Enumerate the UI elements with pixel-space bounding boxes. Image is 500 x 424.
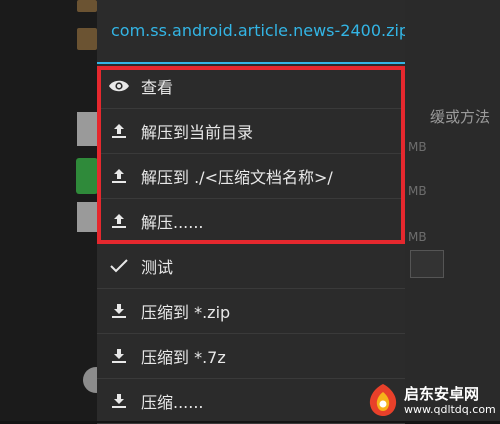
download-icon: [97, 379, 141, 423]
menu-item-label: 解压......: [141, 213, 204, 232]
menu-item-compress[interactable]: 压缩......: [97, 379, 405, 424]
menu-item-extract-here[interactable]: 解压到当前目录: [97, 109, 405, 154]
check-icon: [97, 244, 141, 288]
watermark-name: 启东安卓网: [404, 384, 480, 403]
menu-item-label: 测试: [141, 258, 174, 277]
upload-icon: [97, 109, 141, 153]
watermark-url: www.qdltdq.com: [404, 402, 496, 416]
site-watermark: 启东安卓网 www.qdltdq.com: [366, 380, 496, 420]
menu-item-label: 压缩到 *.7z: [141, 348, 226, 367]
file-size: MB: [408, 230, 427, 244]
menu-item-extract[interactable]: 解压......: [97, 199, 405, 244]
file-thumbnail: [77, 112, 99, 146]
menu-item-compress-7z[interactable]: 压缩到 *.7z: [97, 334, 405, 379]
file-thumbnail: [77, 202, 99, 232]
download-icon: [97, 334, 141, 378]
menu-item-label: 解压到当前目录: [141, 123, 254, 142]
menu-item-view[interactable]: 查看: [97, 64, 405, 109]
menu-item-label: 压缩到 *.zip: [141, 303, 231, 322]
app-thumbnail: [76, 158, 98, 194]
background-heading: 缓或方法: [430, 108, 491, 126]
eye-icon: [97, 64, 141, 108]
dialog-title: com.ss.android.article.news-2400.zip: [111, 21, 405, 40]
file-size: MB: [408, 140, 427, 154]
menu-item-label: 压缩......: [141, 393, 204, 412]
menu-item-compress-zip[interactable]: 压缩到 *.zip: [97, 289, 405, 334]
logo-icon: [369, 384, 397, 416]
folder-thumbnail: [77, 0, 97, 12]
menu-item-label: 解压到 ./<压缩文档名称>/: [141, 168, 333, 187]
upload-icon: [97, 199, 141, 243]
menu-item-extract-to-folder[interactable]: 解压到 ./<压缩文档名称>/: [97, 154, 405, 199]
archive-options-dialog: com.ss.android.article.news-2400.zip 查看 …: [97, 0, 405, 424]
menu-item-test[interactable]: 测试: [97, 244, 405, 289]
menu-item-label: 查看: [141, 78, 174, 97]
file-size: MB: [408, 184, 427, 198]
download-icon: [97, 289, 141, 333]
upload-icon: [97, 154, 141, 198]
folder-thumbnail: [77, 28, 97, 50]
background-panel: [405, 0, 500, 421]
background-button: [410, 250, 444, 278]
